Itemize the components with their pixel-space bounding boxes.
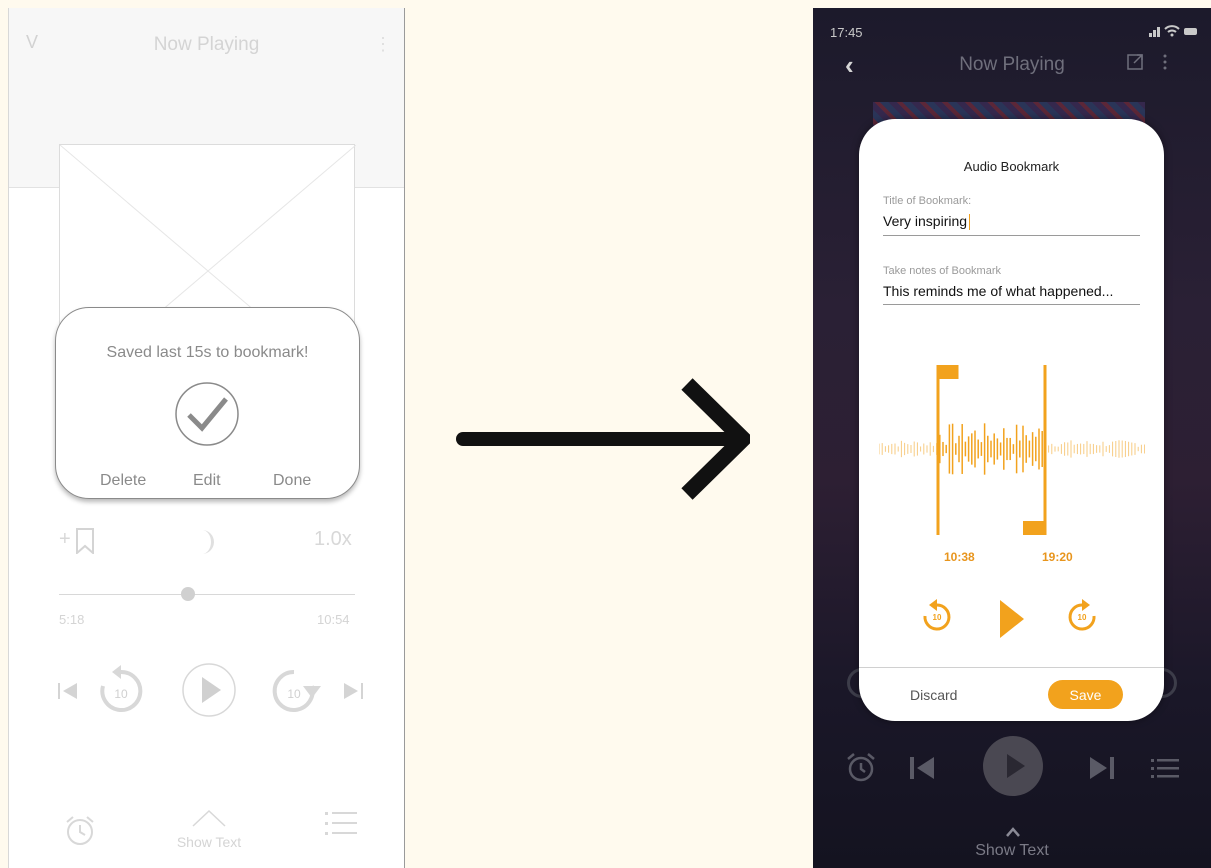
more-options-icon bbox=[1163, 54, 1167, 70]
bookmark-notes-label: Take notes of Bookmark bbox=[883, 265, 1002, 277]
play-button[interactable] bbox=[181, 662, 237, 718]
forward-10-button[interactable]: 10 bbox=[267, 664, 321, 718]
bookmark-title-label: Title of Bookmark: bbox=[883, 195, 972, 207]
discard-button[interactable]: Discard bbox=[910, 687, 957, 703]
play-icon bbox=[1007, 754, 1025, 778]
trim-start-time: 10:38 bbox=[944, 550, 975, 564]
audio-bookmark-card: Audio Bookmark Title of Bookmark: Very i… bbox=[859, 119, 1164, 721]
edit-button[interactable]: Edit bbox=[193, 472, 221, 490]
alarm-clock-icon[interactable] bbox=[846, 751, 876, 783]
rewind-10-button[interactable]: 10 bbox=[94, 664, 148, 718]
time-total: 10:54 bbox=[317, 612, 350, 627]
next-track-icon[interactable] bbox=[1089, 756, 1115, 780]
trim-start-flag[interactable] bbox=[936, 365, 959, 379]
previous-track-icon[interactable] bbox=[57, 680, 79, 702]
transition-arrow-icon bbox=[456, 378, 750, 500]
time-current: 5:18 bbox=[59, 612, 85, 627]
card-divider bbox=[859, 667, 1164, 668]
share-icon bbox=[1127, 54, 1143, 70]
add-bookmark-prefix: + bbox=[59, 528, 71, 550]
bookmark-title-field[interactable]: Title of Bookmark: Very inspiring bbox=[883, 195, 1140, 237]
trim-end-time: 19:20 bbox=[1042, 550, 1073, 564]
chevron-up-icon[interactable] bbox=[1005, 826, 1021, 838]
page-title: Now Playing bbox=[153, 34, 260, 55]
playlist-icon[interactable] bbox=[1151, 758, 1179, 778]
play-button[interactable] bbox=[983, 736, 1043, 796]
rewind-10-button[interactable]: 10 bbox=[919, 599, 955, 635]
progress-track[interactable] bbox=[59, 594, 355, 595]
mockup-screen: 17:45 ‹ Now Playing Show Text Audio Book… bbox=[813, 8, 1211, 868]
save-button[interactable]: Save bbox=[1048, 680, 1123, 709]
status-icons bbox=[1149, 25, 1197, 37]
rewind-seconds-label: 10 bbox=[932, 613, 942, 622]
alarm-clock-icon[interactable] bbox=[64, 814, 96, 846]
chevron-up-icon[interactable] bbox=[191, 808, 227, 828]
add-bookmark-button[interactable]: + bbox=[59, 528, 95, 556]
next-track-icon[interactable] bbox=[342, 680, 364, 702]
moon-icon[interactable] bbox=[194, 528, 220, 556]
done-button[interactable]: Done bbox=[273, 472, 311, 490]
trim-end-flag[interactable] bbox=[1023, 521, 1045, 535]
bookmark-notes-value: This reminds me of what happened... bbox=[883, 283, 1114, 299]
trim-start-handle[interactable] bbox=[936, 365, 940, 535]
checkmark-icon bbox=[175, 382, 239, 446]
forward-seconds-label: 10 bbox=[287, 687, 301, 701]
play-button[interactable] bbox=[999, 599, 1025, 639]
show-text-button[interactable]: Show Text bbox=[164, 834, 254, 850]
status-time: 17:45 bbox=[830, 25, 863, 40]
dialog-message: Saved last 15s to bookmark! bbox=[106, 344, 309, 361]
progress-knob[interactable] bbox=[181, 587, 195, 601]
bookmark-saved-dialog: Saved last 15s to bookmark! Delete Edit … bbox=[55, 307, 360, 499]
bookmark-icon bbox=[76, 528, 95, 556]
wireframe-screen: V Now Playing ⋮ + 1.0x 5:18 10:54 10 10 … bbox=[8, 8, 405, 868]
rewind-seconds-label: 10 bbox=[114, 687, 128, 701]
audio-waveform[interactable] bbox=[879, 357, 1145, 547]
more-options-icon[interactable]: ⋮ bbox=[374, 34, 392, 55]
forward-seconds-label: 10 bbox=[1077, 613, 1087, 622]
speed-button[interactable]: 1.0x bbox=[314, 528, 352, 551]
previous-track-icon[interactable] bbox=[909, 756, 935, 780]
card-title: Audio Bookmark bbox=[963, 159, 1060, 174]
bookmark-title-value: Very inspiring bbox=[883, 213, 968, 229]
forward-10-button[interactable]: 10 bbox=[1064, 599, 1100, 635]
list-icon[interactable] bbox=[325, 810, 357, 838]
text-caret bbox=[969, 214, 971, 231]
trim-end-handle[interactable] bbox=[1043, 365, 1047, 535]
header-actions bbox=[1127, 54, 1167, 70]
delete-button[interactable]: Delete bbox=[100, 472, 146, 490]
show-text-button[interactable]: Show Text bbox=[813, 842, 1211, 860]
bookmark-notes-field[interactable]: Take notes of Bookmark This reminds me o… bbox=[883, 265, 1140, 305]
